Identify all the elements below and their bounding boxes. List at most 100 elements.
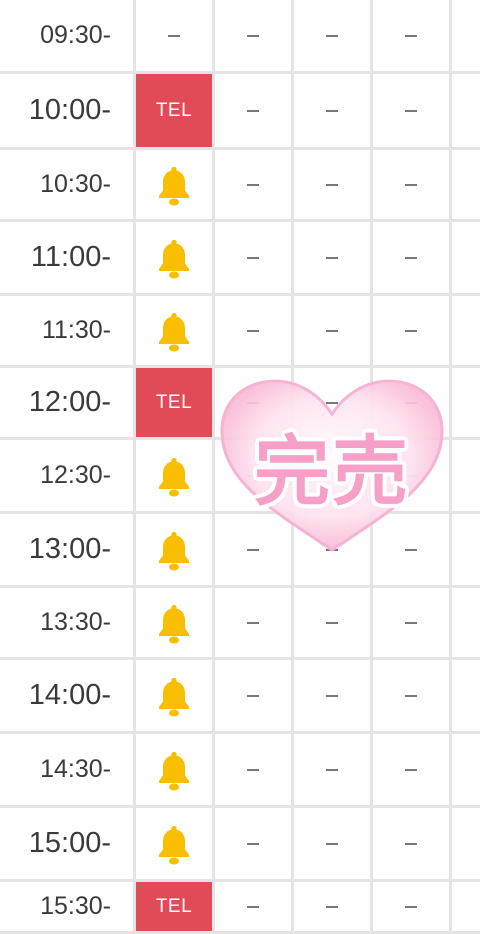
slot-cell[interactable] <box>136 222 215 293</box>
unavailable-dash <box>326 842 338 845</box>
time-label: 13:00- <box>0 514 136 585</box>
unavailable-dash <box>326 329 338 332</box>
unavailable-dash <box>247 401 259 404</box>
slot-cell <box>373 368 452 437</box>
schedule-grid: 09:30- 10:00- TEL 10:30- 11:00- 11:30- 12:00- T… <box>0 0 480 934</box>
time-label: 11:30- <box>0 296 136 365</box>
slot-cell <box>373 222 452 293</box>
slot-cell[interactable] <box>136 734 215 805</box>
slot-cell-partial <box>452 588 480 657</box>
slot-cell <box>215 296 294 365</box>
slot-cell <box>215 368 294 437</box>
table-row: 15:00- <box>0 808 480 882</box>
table-row: 10:30- <box>0 150 480 222</box>
unavailable-dash <box>405 109 417 112</box>
slot-cell <box>215 440 294 511</box>
slot-cell <box>294 368 373 437</box>
slot-cell <box>215 660 294 731</box>
unavailable-dash <box>247 694 259 697</box>
unavailable-dash <box>247 183 259 186</box>
unavailable-dash <box>326 768 338 771</box>
slot-cell[interactable] <box>136 808 215 879</box>
slot-cell[interactable] <box>136 588 215 657</box>
bell-icon[interactable] <box>156 455 192 497</box>
slot-cell <box>215 588 294 657</box>
bell-icon[interactable] <box>156 675 192 717</box>
table-row: 14:30- <box>0 734 480 808</box>
slot-cell <box>373 588 452 657</box>
unavailable-dash <box>405 256 417 259</box>
bell-icon[interactable] <box>156 823 192 865</box>
slot-cell <box>373 514 452 585</box>
slot-cell[interactable] <box>136 514 215 585</box>
unavailable-dash <box>247 621 259 624</box>
tel-button[interactable]: TEL <box>136 368 212 437</box>
unavailable-dash <box>326 256 338 259</box>
slot-cell[interactable] <box>136 660 215 731</box>
slot-cell[interactable] <box>136 150 215 219</box>
time-label: 10:30- <box>0 150 136 219</box>
slot-cell-partial <box>452 660 480 731</box>
table-row: 12:30- <box>0 440 480 514</box>
tel-button[interactable]: TEL <box>136 74 212 147</box>
slot-cell <box>373 150 452 219</box>
time-label: 10:00- <box>0 74 136 147</box>
slot-cell <box>294 296 373 365</box>
slot-cell-partial <box>452 368 480 437</box>
time-label: 14:00- <box>0 660 136 731</box>
slot-cell <box>373 440 452 511</box>
unavailable-dash <box>168 34 180 37</box>
bell-icon[interactable] <box>156 164 192 206</box>
unavailable-dash <box>247 34 259 37</box>
table-row: 13:30- <box>0 588 480 660</box>
bell-icon[interactable] <box>156 602 192 644</box>
slot-cell-partial <box>452 882 480 931</box>
slot-cell-partial <box>452 808 480 879</box>
unavailable-dash <box>247 905 259 908</box>
table-row: 09:30- <box>0 0 480 74</box>
bell-icon[interactable] <box>156 237 192 279</box>
slot-cell <box>294 514 373 585</box>
unavailable-dash <box>326 621 338 624</box>
unavailable-dash <box>405 694 417 697</box>
slot-cell[interactable] <box>136 296 215 365</box>
slot-cell-partial <box>452 74 480 147</box>
time-label: 15:30- <box>0 882 136 931</box>
bell-icon[interactable] <box>156 310 192 352</box>
unavailable-dash <box>326 474 338 477</box>
slot-cell-partial <box>452 440 480 511</box>
table-row: 10:00- TEL <box>0 74 480 150</box>
slot-cell <box>215 222 294 293</box>
slot-cell[interactable]: TEL <box>136 882 215 931</box>
slot-cell[interactable]: TEL <box>136 74 215 147</box>
unavailable-dash <box>405 621 417 624</box>
tel-button[interactable]: TEL <box>136 882 212 931</box>
slot-cell-partial <box>452 0 480 71</box>
unavailable-dash <box>405 183 417 186</box>
unavailable-dash <box>326 905 338 908</box>
slot-cell <box>215 882 294 931</box>
unavailable-dash <box>326 34 338 37</box>
slot-cell <box>215 0 294 71</box>
unavailable-dash <box>405 548 417 551</box>
unavailable-dash <box>247 768 259 771</box>
time-label: 09:30- <box>0 0 136 71</box>
unavailable-dash <box>247 329 259 332</box>
table-row: 11:00- <box>0 222 480 296</box>
unavailable-dash <box>247 548 259 551</box>
slot-cell <box>294 74 373 147</box>
slot-cell[interactable]: TEL <box>136 368 215 437</box>
time-label: 12:30- <box>0 440 136 511</box>
unavailable-dash <box>405 842 417 845</box>
bell-icon[interactable] <box>156 749 192 791</box>
slot-cell <box>136 0 215 71</box>
unavailable-dash <box>326 694 338 697</box>
slot-cell <box>215 514 294 585</box>
unavailable-dash <box>405 34 417 37</box>
slot-cell[interactable] <box>136 440 215 511</box>
unavailable-dash <box>405 329 417 332</box>
bell-icon[interactable] <box>156 529 192 571</box>
slot-cell-partial <box>452 222 480 293</box>
slot-cell <box>373 882 452 931</box>
unavailable-dash <box>405 474 417 477</box>
